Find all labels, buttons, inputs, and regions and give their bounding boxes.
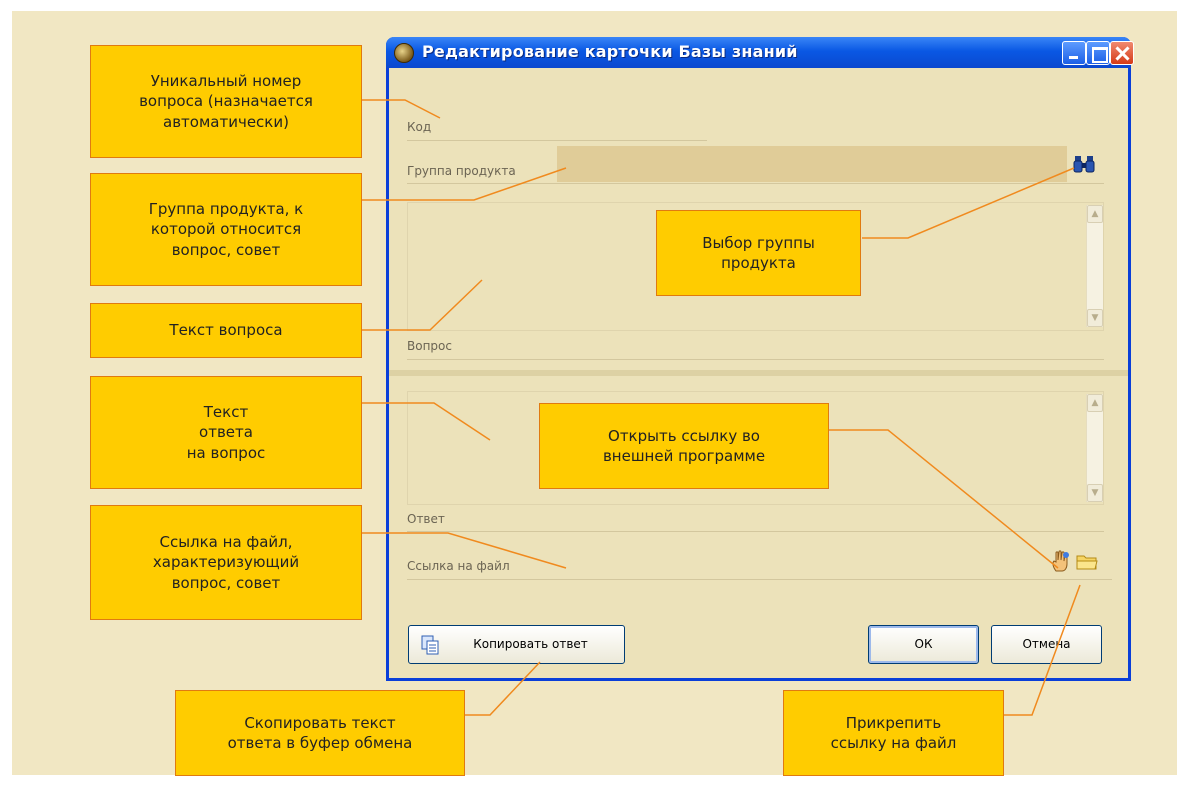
divider — [407, 359, 1104, 360]
app-icon — [394, 43, 414, 63]
divider — [407, 183, 1104, 184]
callout-question-text: Текст вопроса — [90, 303, 362, 358]
hand-icon[interactable] — [1049, 549, 1073, 573]
callout-select-group: Выбор группы продукта — [656, 210, 861, 296]
product-group-label: Группа продукта — [407, 164, 516, 178]
file-link-label: Ссылка на файл — [407, 559, 510, 573]
callout-open-link: Открыть ссылку во внешней программе — [539, 403, 829, 489]
answer-label: Ответ — [407, 512, 445, 526]
scroll-up-icon[interactable]: ▲ — [1087, 205, 1103, 223]
minimize-button[interactable] — [1062, 41, 1086, 65]
question-scrollbar[interactable]: ▲ ▼ — [1086, 205, 1103, 327]
scroll-down-icon[interactable]: ▼ — [1087, 484, 1103, 502]
copy-answer-button[interactable]: Копировать ответ — [408, 625, 625, 664]
title-bar[interactable]: Редактирование карточки Базы знаний — [386, 37, 1134, 68]
question-label: Вопрос — [407, 339, 452, 353]
edit-card-dialog: Редактирование карточки Базы знаний Код … — [386, 37, 1134, 681]
maximize-button[interactable] — [1086, 41, 1110, 65]
file-link-field[interactable] — [407, 579, 1112, 580]
callout-attach-link: Прикрепить ссылку на файл — [783, 690, 1004, 776]
ok-button[interactable]: ОК — [868, 625, 979, 664]
scroll-down-icon[interactable]: ▼ — [1087, 309, 1103, 327]
callout-answer-text: Текст ответа на вопрос — [90, 376, 362, 489]
scroll-up-icon[interactable]: ▲ — [1087, 394, 1103, 412]
product-group-field[interactable] — [557, 146, 1067, 182]
window-title: Редактирование карточки Базы знаний — [422, 42, 798, 61]
code-field — [407, 140, 707, 141]
callout-product-group: Группа продукта, к которой относится воп… — [90, 173, 362, 286]
code-label: Код — [407, 120, 432, 134]
callout-unique-number: Уникальный номер вопроса (назначается ав… — [90, 45, 362, 158]
close-button[interactable] — [1110, 41, 1134, 65]
answer-scrollbar[interactable]: ▲ ▼ — [1086, 394, 1103, 502]
divider — [407, 531, 1104, 532]
splitter[interactable] — [389, 370, 1128, 376]
callout-copy-answer: Скопировать текст ответа в буфер обмена — [175, 690, 465, 776]
copy-icon — [421, 635, 439, 655]
folder-icon[interactable] — [1076, 553, 1098, 571]
callout-file-link: Ссылка на файл, характеризующий вопрос, … — [90, 505, 362, 620]
tutorial-figure: Редактирование карточки Базы знаний Код … — [0, 0, 1200, 787]
cancel-button[interactable]: Отмена — [991, 625, 1102, 664]
copy-answer-label: Копировать ответ — [473, 637, 588, 651]
binoculars-icon[interactable] — [1073, 154, 1095, 174]
